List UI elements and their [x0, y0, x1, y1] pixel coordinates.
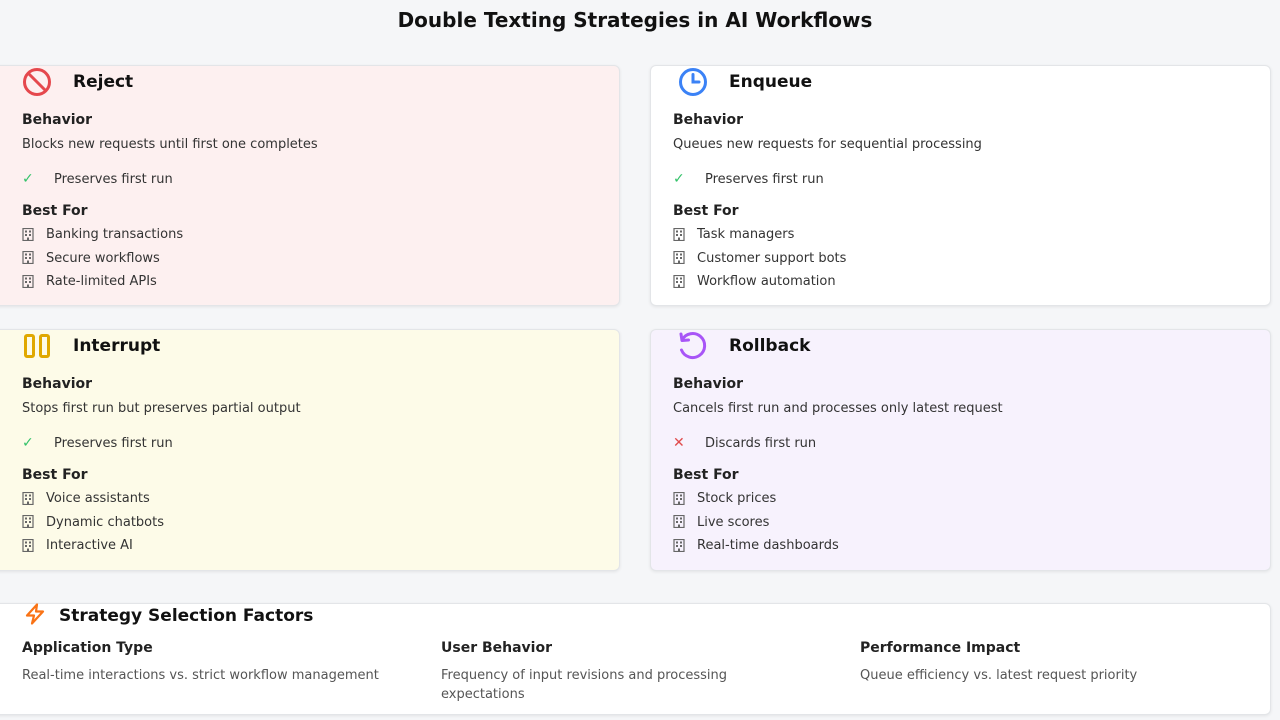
building-icon — [673, 251, 687, 265]
selection-factors-card: Strategy Selection Factors Application T… — [0, 603, 1271, 715]
clock-icon — [673, 66, 713, 98]
building-icon — [22, 491, 36, 506]
factor-description: Queue efficiency vs. latest request prio… — [860, 668, 1138, 683]
run-status-text: Discards first run — [705, 435, 817, 451]
building-icon — [22, 538, 36, 553]
list-item: Banking transactions — [22, 223, 183, 247]
strategy-card-enqueue: Enqueue Behavior Queues new requests for… — [650, 65, 1271, 306]
building-icon — [673, 491, 687, 506]
card-title: Rollback — [729, 336, 811, 356]
strategy-card-rollback: Rollback Behavior Cancels first run and … — [650, 329, 1271, 571]
building-icon — [22, 251, 36, 265]
run-status-text: Preserves first run — [54, 171, 173, 187]
list-item: Dynamic chatbots — [22, 511, 164, 535]
card-header: Rollback — [673, 330, 810, 362]
factor-label: Performance Impact — [860, 640, 1021, 656]
behavior-description: Stops first run but preserves partial ou… — [22, 401, 301, 416]
run-status: ✓ Preserves first run — [673, 171, 824, 187]
building-icon — [22, 274, 36, 289]
behavior-description: Cancels first run and processes only lat… — [673, 401, 1003, 416]
list-item: Voice assistants — [22, 487, 164, 511]
card-title: Interrupt — [73, 336, 161, 356]
list-item: Stock prices — [673, 487, 839, 511]
building-icon — [22, 515, 36, 529]
run-status: ✓ Preserves first run — [22, 171, 173, 187]
behavior-label: Behavior — [22, 112, 93, 128]
list-item: Task managers — [673, 223, 846, 247]
best-for-label: Best For — [22, 467, 88, 483]
best-for-label: Best For — [673, 203, 739, 219]
prohibited-icon — [17, 66, 57, 98]
factors-title: Strategy Selection Factors — [59, 606, 314, 626]
page-title: Double Texting Strategies in AI Workflow… — [397, 8, 873, 32]
list-item: Real-time dashboards — [673, 534, 839, 558]
factor-description: Frequency of input revisions and process… — [441, 668, 728, 702]
factor-performance-impact: Performance Impact Queue efficiency vs. … — [860, 640, 1260, 685]
check-icon: ✓ — [673, 171, 685, 187]
behavior-label: Behavior — [22, 376, 93, 392]
behavior-label: Behavior — [673, 376, 744, 392]
best-for-list: Voice assistants Dynamic chatbots Intera… — [22, 487, 164, 558]
factor-label: Application Type — [22, 640, 153, 656]
strategy-card-reject: Reject Behavior Blocks new requests unti… — [0, 65, 620, 306]
list-item: Customer support bots — [673, 247, 846, 271]
best-for-label: Best For — [22, 203, 88, 219]
building-icon — [22, 227, 36, 242]
best-for-label: Best For — [673, 467, 739, 483]
card-title: Enqueue — [729, 72, 813, 92]
run-status-text: Preserves first run — [54, 435, 173, 451]
behavior-description: Queues new requests for sequential proce… — [673, 137, 982, 152]
lightning-icon — [23, 603, 47, 629]
list-item: Live scores — [673, 511, 839, 535]
building-icon — [673, 227, 687, 242]
behavior-label: Behavior — [673, 112, 744, 128]
run-status: ✕ Discards first run — [673, 435, 816, 451]
rotate-ccw-icon — [673, 330, 713, 362]
card-header: Enqueue — [673, 66, 812, 98]
list-item: Interactive AI — [22, 534, 164, 558]
factor-application-type: Application Type Real-time interactions … — [22, 640, 422, 685]
run-status-text: Preserves first run — [705, 171, 824, 187]
factor-label: User Behavior — [441, 640, 553, 656]
strategy-card-interrupt: Interrupt Behavior Stops first run but p… — [0, 329, 620, 571]
list-item: Secure workflows — [22, 247, 183, 271]
factor-description: Real-time interactions vs. strict workfl… — [22, 668, 379, 683]
run-status: ✓ Preserves first run — [22, 435, 173, 451]
card-header: Interrupt — [17, 330, 160, 362]
check-icon: ✓ — [22, 171, 34, 187]
list-item: Rate-limited APIs — [22, 270, 183, 294]
factor-user-behavior: User Behavior Frequency of input revisio… — [441, 640, 841, 704]
cross-icon: ✕ — [673, 435, 685, 451]
factors-header: Strategy Selection Factors — [23, 603, 314, 629]
best-for-list: Stock prices Live scores Real-time dashb… — [673, 487, 839, 558]
check-icon: ✓ — [22, 435, 34, 451]
best-for-list: Banking transactions Secure workflows Ra… — [22, 223, 183, 294]
building-icon — [673, 515, 687, 529]
behavior-description: Blocks new requests until first one comp… — [22, 137, 318, 152]
pause-icon — [17, 330, 57, 362]
best-for-list: Task managers Customer support bots Work… — [673, 223, 846, 294]
card-title: Reject — [73, 72, 134, 92]
list-item: Workflow automation — [673, 270, 846, 294]
card-header: Reject — [17, 66, 133, 98]
building-icon — [673, 538, 687, 553]
building-icon — [673, 274, 687, 289]
